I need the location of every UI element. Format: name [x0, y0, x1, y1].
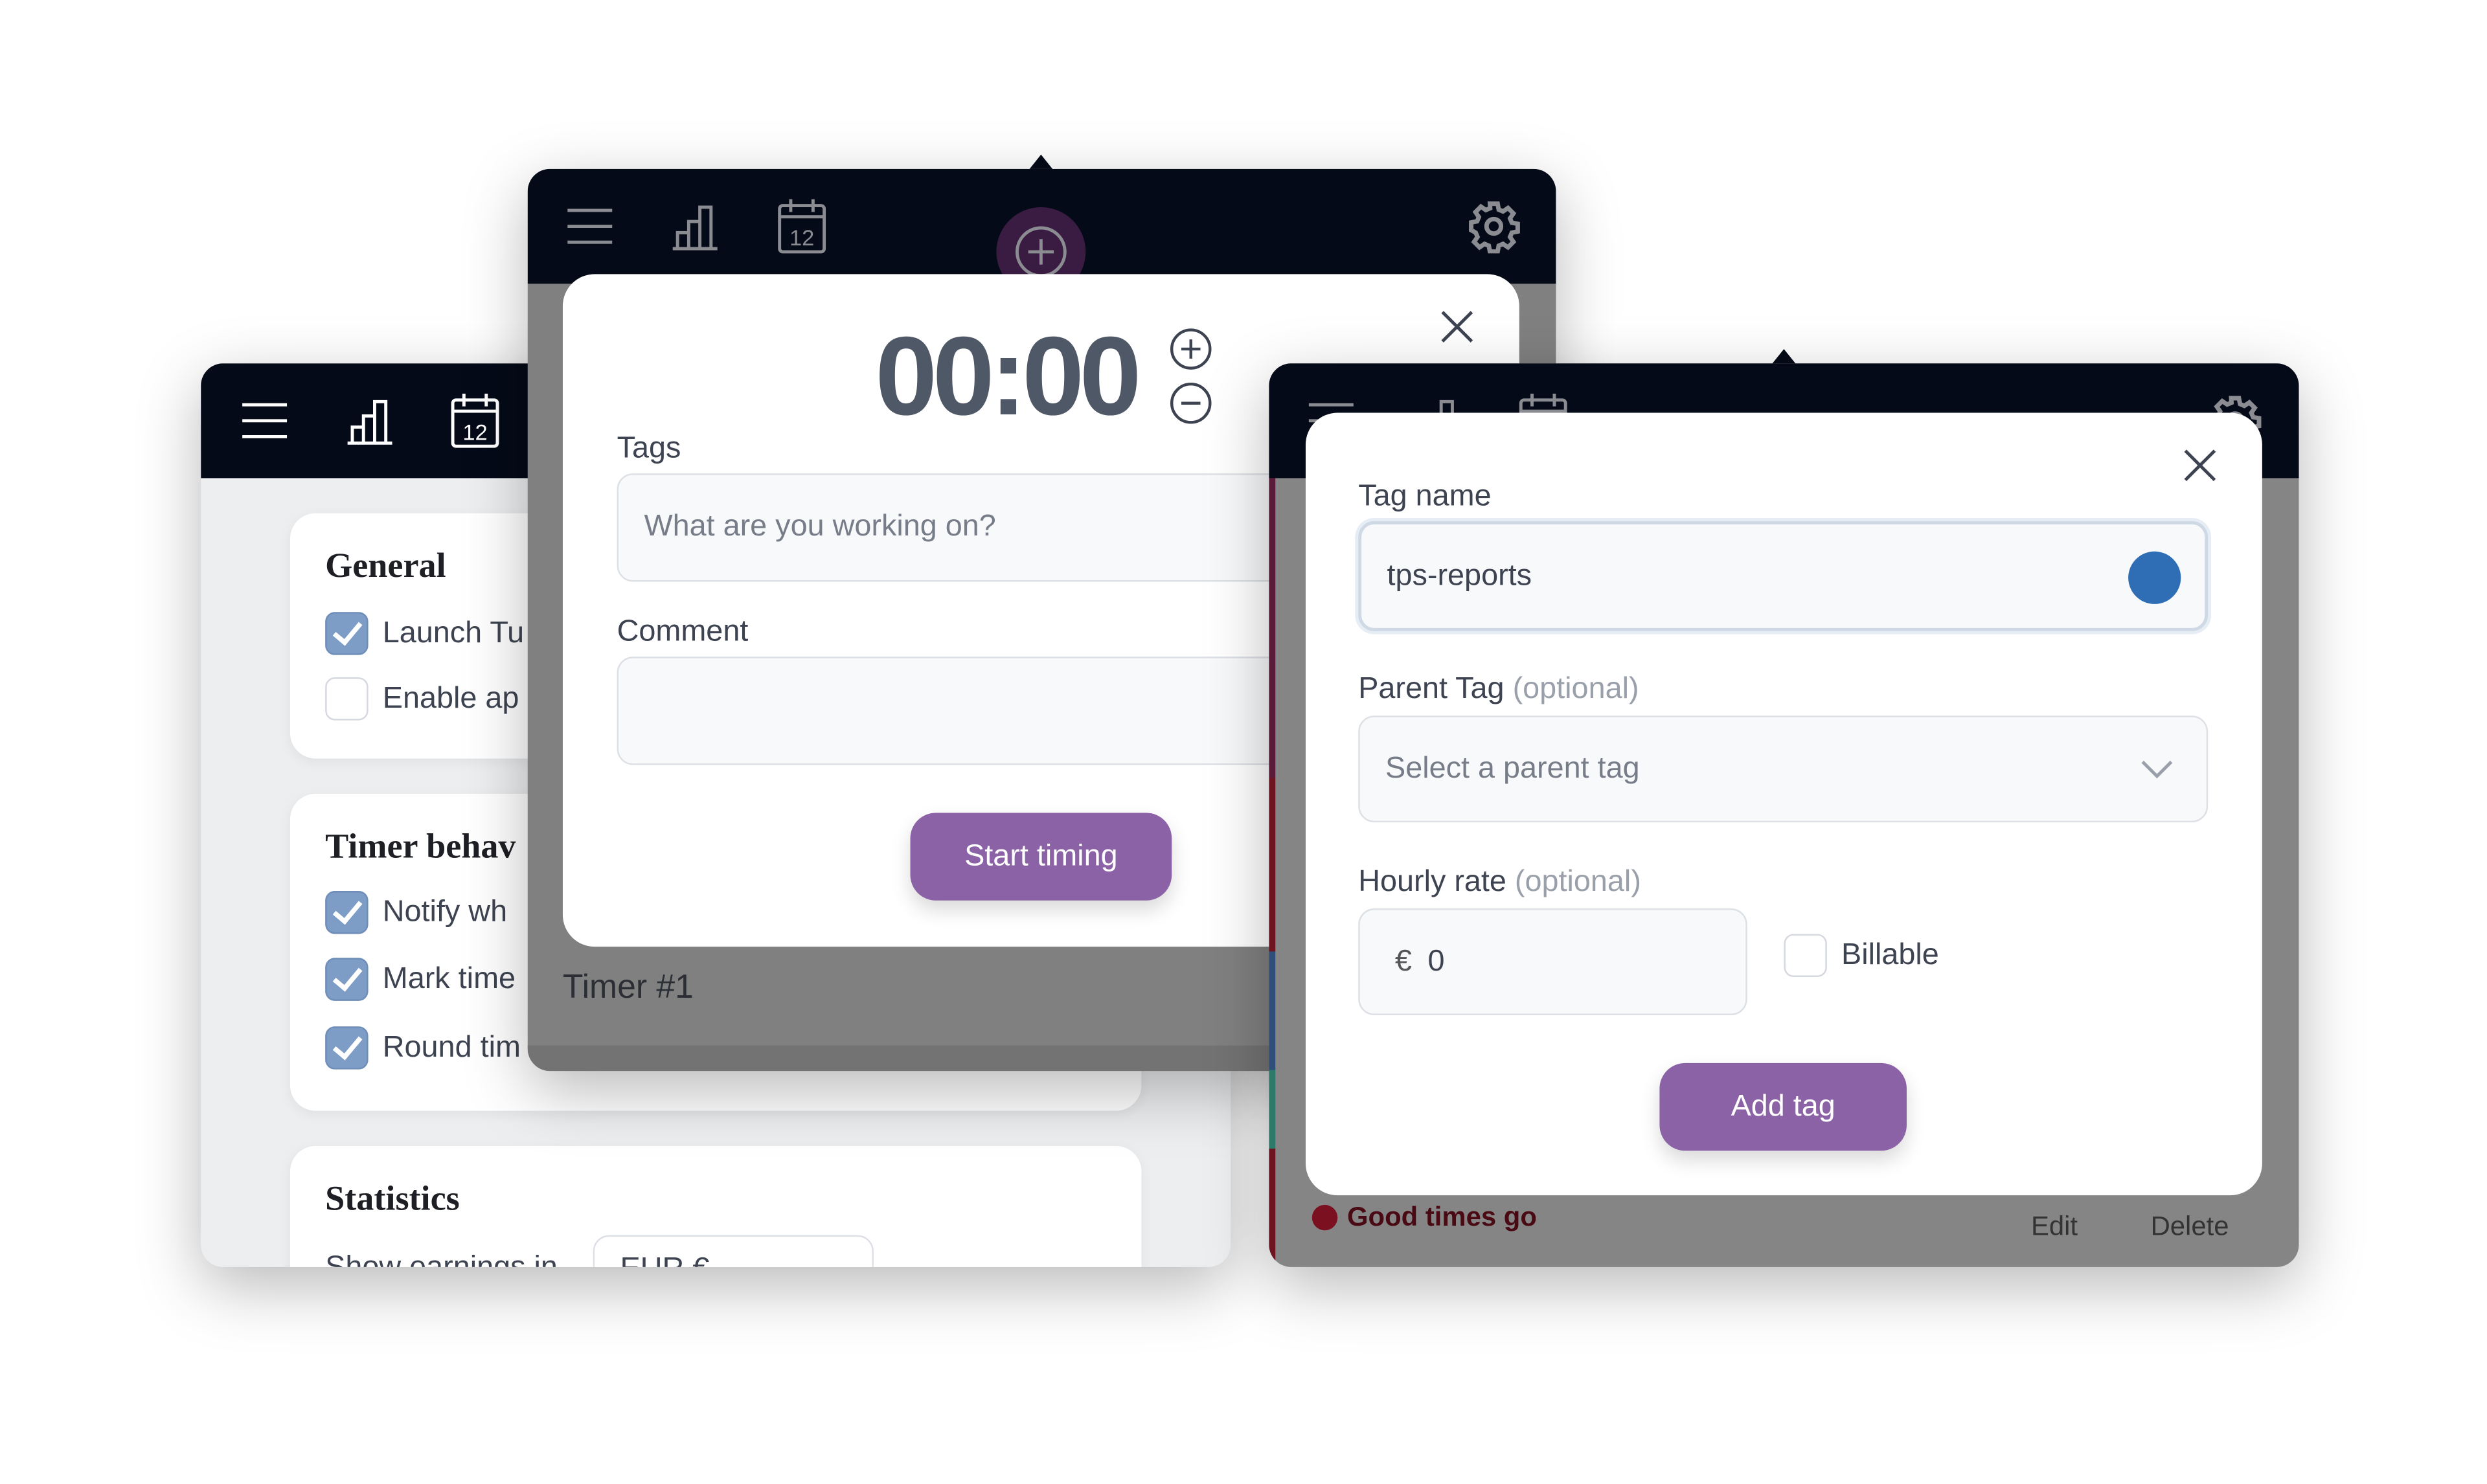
tag-name-label: Tag name — [1358, 479, 1492, 513]
window-notch — [1771, 349, 1797, 365]
enable-label: Enable ap — [382, 682, 519, 716]
general-title: General — [325, 545, 446, 585]
currency-symbol: € — [1394, 944, 1412, 978]
parent-tag-select[interactable]: Select a parent tag — [1358, 715, 2209, 823]
mark-time-label: Mark time — [382, 962, 516, 996]
bar-chart-icon[interactable] — [345, 395, 396, 446]
add-tag-button[interactable]: Add tag — [1659, 1062, 1907, 1151]
billable-checkbox[interactable] — [1784, 934, 1827, 977]
hourly-rate-label: Hourly rate (optional) — [1358, 865, 1641, 899]
calendar-icon[interactable]: 12 — [449, 392, 501, 450]
enable-checkbox[interactable] — [325, 677, 369, 721]
tag-name-input[interactable]: tps-reports — [1358, 521, 2209, 631]
earnings-label: Show earnings in — [325, 1251, 558, 1267]
start-timing-button[interactable]: Start timing — [910, 813, 1172, 901]
billable-label: Billable — [1841, 938, 1939, 972]
decrease-time-icon[interactable] — [1168, 381, 1213, 425]
round-time-checkbox[interactable] — [325, 1026, 369, 1070]
chevron-down-icon — [2141, 760, 2173, 779]
tag-list-name: Good times go — [1346, 1201, 1537, 1232]
window-notch — [1028, 154, 1054, 171]
tag-color-strip — [1269, 478, 1276, 1267]
plus-circle-icon — [1015, 226, 1067, 278]
notify-label: Notify wh — [382, 895, 508, 930]
delete-link[interactable]: Delete — [2151, 1211, 2229, 1243]
increase-time-icon[interactable] — [1168, 327, 1213, 372]
add-tag-modal: Tag name tps-reports Parent Tag (optiona… — [1305, 412, 2262, 1196]
edit-link[interactable]: Edit — [2031, 1211, 2078, 1243]
parent-tag-label: Parent Tag (optional) — [1358, 672, 1639, 706]
timer-display: 00:00 — [875, 313, 1141, 438]
close-icon[interactable] — [1440, 309, 1475, 344]
launch-checkbox[interactable] — [325, 612, 369, 655]
statistics-title: Statistics — [325, 1178, 460, 1218]
bar-chart-icon[interactable] — [670, 201, 721, 252]
svg-text:12: 12 — [789, 226, 814, 251]
mark-time-checkbox[interactable] — [325, 958, 369, 1001]
calendar-icon[interactable]: 12 — [777, 197, 828, 255]
statistics-card: Statistics Show earnings in EUR € — [290, 1145, 1142, 1267]
gear-icon[interactable] — [1467, 199, 1521, 254]
timer-name: Timer #1 — [562, 969, 694, 1006]
round-time-label: Round tim — [382, 1031, 521, 1065]
notify-checkbox[interactable] — [325, 890, 369, 934]
menu-icon[interactable] — [564, 204, 615, 249]
timer-behaviour-title: Timer behav — [325, 826, 516, 866]
tag-list-item[interactable]: Good times go — [1312, 1202, 1537, 1233]
header-bar: 12 — [527, 168, 1556, 297]
svg-text:12: 12 — [462, 420, 487, 445]
menu-icon[interactable] — [239, 398, 290, 443]
hourly-rate-input[interactable]: €0 — [1358, 908, 1747, 1015]
close-icon[interactable] — [2183, 448, 2218, 483]
tags-label: Tags — [617, 432, 681, 466]
launch-label: Launch Tu — [382, 616, 525, 651]
tag-color-dot — [1312, 1204, 1338, 1231]
comment-label: Comment — [617, 615, 749, 649]
earnings-currency-select[interactable]: EUR € — [593, 1235, 874, 1267]
tag-color-picker[interactable] — [2128, 551, 2181, 604]
